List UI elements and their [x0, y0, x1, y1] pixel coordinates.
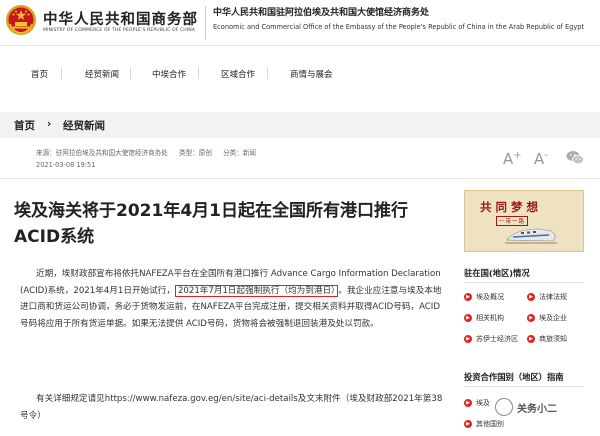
meta-source: 来源：驻阿拉伯埃及共和国大使馆经济商务处 — [36, 149, 168, 157]
sidebar-item-label: 埃及企业 — [539, 314, 567, 322]
chevron-right-icon: ▶ — [464, 420, 472, 428]
font-large-label: A — [503, 150, 514, 168]
meta-type: 类型：原创 — [178, 149, 212, 157]
nav-item-news[interactable]: 经贸新闻 — [85, 68, 119, 80]
chevron-right-icon: ▶ — [464, 399, 472, 407]
font-increase-button[interactable]: A+ — [503, 150, 522, 168]
sidebar-item-suez-zone[interactable]: ▶ 苏伊士经济区 — [464, 334, 518, 344]
office-name-cn[interactable]: 中华人民共和国驻阿拉伯埃及共和国大使馆经济商务处 — [213, 5, 429, 18]
font-decrease-button[interactable]: A- — [534, 150, 548, 168]
chevron-right-icon: ▶ — [527, 293, 535, 301]
article-meta: 来源：驻阿拉伯埃及共和国大使馆经济商务处 类型：原创 分类：新闻 — [36, 147, 265, 157]
sidebar-item-travel-notes[interactable]: ▶ 商旅须知 — [527, 334, 567, 344]
sidebar-section-investment-guide: 投资合作国别（地区）指南 — [464, 372, 564, 382]
breadcrumb: 首页 › 经贸新闻 — [0, 112, 600, 138]
chevron-right-icon: ▶ — [527, 314, 535, 322]
sidebar-item-label: 法律法规 — [539, 293, 567, 301]
sidebar-item-label: 苏伊士经济区 — [476, 335, 518, 343]
article-paragraph-1: 近期，埃财政部宣布将依托NAFEZA平台在全国所有港口推行 Advance Ca… — [20, 266, 445, 332]
ministry-name-en: MINISTRY OF COMMERCE OF THE PEOPLE'S REP… — [43, 28, 196, 33]
sidebar-item-label: 埃及 — [476, 399, 490, 407]
wechat-watermark: 关务小二 — [495, 396, 595, 420]
sidebar-item-label: 埃及概况 — [476, 293, 504, 301]
nav-separator — [267, 67, 268, 79]
wechat-share-icon[interactable] — [566, 150, 584, 165]
sidebar-item-label: 其他国别 — [476, 420, 504, 428]
office-name-en: Economic and Commercial Office of the Em… — [213, 23, 585, 31]
meta-divider — [0, 178, 600, 179]
train-icon — [505, 228, 557, 244]
sidebar-divider — [464, 386, 584, 387]
nav-item-regional[interactable]: 区域合作 — [221, 68, 255, 80]
font-minus-label: - — [544, 150, 548, 161]
banner-title: 共同梦想 — [480, 200, 542, 214]
sidebar-item-laws[interactable]: ▶ 法律法规 — [527, 292, 567, 302]
nav-item-cooperation[interactable]: 中埃合作 — [152, 68, 186, 80]
nav-separator — [130, 67, 131, 79]
nav-item-home[interactable]: 首页 — [31, 68, 48, 80]
belt-and-road-banner[interactable]: 共同梦想 一带一路 — [464, 190, 584, 252]
sidebar-item-egypt-overview[interactable]: ▶ 埃及概况 — [464, 292, 504, 302]
meta-category: 分类：新闻 — [223, 149, 257, 157]
breadcrumb-separator: › — [47, 118, 52, 130]
watermark-text: 关务小二 — [517, 404, 557, 415]
sidebar-item-institutions[interactable]: ▶ 相关机构 — [464, 313, 504, 323]
sidebar-item-guide-egypt[interactable]: ▶ 埃及 — [464, 398, 490, 408]
nav-separator — [198, 67, 199, 79]
sidebar-item-guide-other[interactable]: ▶ 其他国别 — [464, 419, 504, 429]
chevron-right-icon: ▶ — [527, 335, 535, 343]
chevron-right-icon: ▶ — [464, 335, 472, 343]
sidebar-item-label: 商旅须知 — [539, 335, 567, 343]
chevron-right-icon: ▶ — [464, 293, 472, 301]
breadcrumb-home[interactable]: 首页 — [14, 118, 35, 133]
national-emblem-icon[interactable] — [5, 4, 37, 36]
header-divider — [205, 6, 206, 40]
article-paragraph-2: 有关详细规定请见https://www.nafeza.gov.eg/en/sit… — [20, 394, 443, 421]
watermark-logo-icon — [495, 398, 513, 416]
breadcrumb-current[interactable]: 经贸新闻 — [63, 118, 105, 133]
sidebar-item-enterprises[interactable]: ▶ 埃及企业 — [527, 313, 567, 323]
highlighted-deadline: 2021年7月1日起强制执行（均为到港日） — [174, 284, 339, 297]
article-title: 埃及海关将于2021年4月1日起在全国所有港口推行ACID系统 — [14, 201, 408, 247]
chevron-right-icon: ▶ — [464, 314, 472, 322]
sidebar-item-label: 相关机构 — [476, 314, 504, 322]
font-small-label: A — [534, 150, 545, 168]
sidebar-divider — [464, 282, 584, 283]
meta-date: 2021-03-08 19:51 — [36, 161, 96, 169]
ministry-name-cn[interactable]: 中华人民共和国商务部 — [43, 8, 198, 29]
nav-item-trade-fairs[interactable]: 商情与展会 — [290, 68, 333, 80]
font-plus-label: + — [513, 150, 522, 161]
sidebar-section-country-info: 驻在国(地区)情况 — [464, 268, 530, 278]
site-header: 中华人民共和国商务部 MINISTRY OF COMMERCE OF THE P… — [0, 0, 600, 46]
nav-separator — [61, 67, 62, 79]
main-nav: 首页 经贸新闻 中埃合作 区域合作 商情与展会 — [0, 58, 600, 94]
